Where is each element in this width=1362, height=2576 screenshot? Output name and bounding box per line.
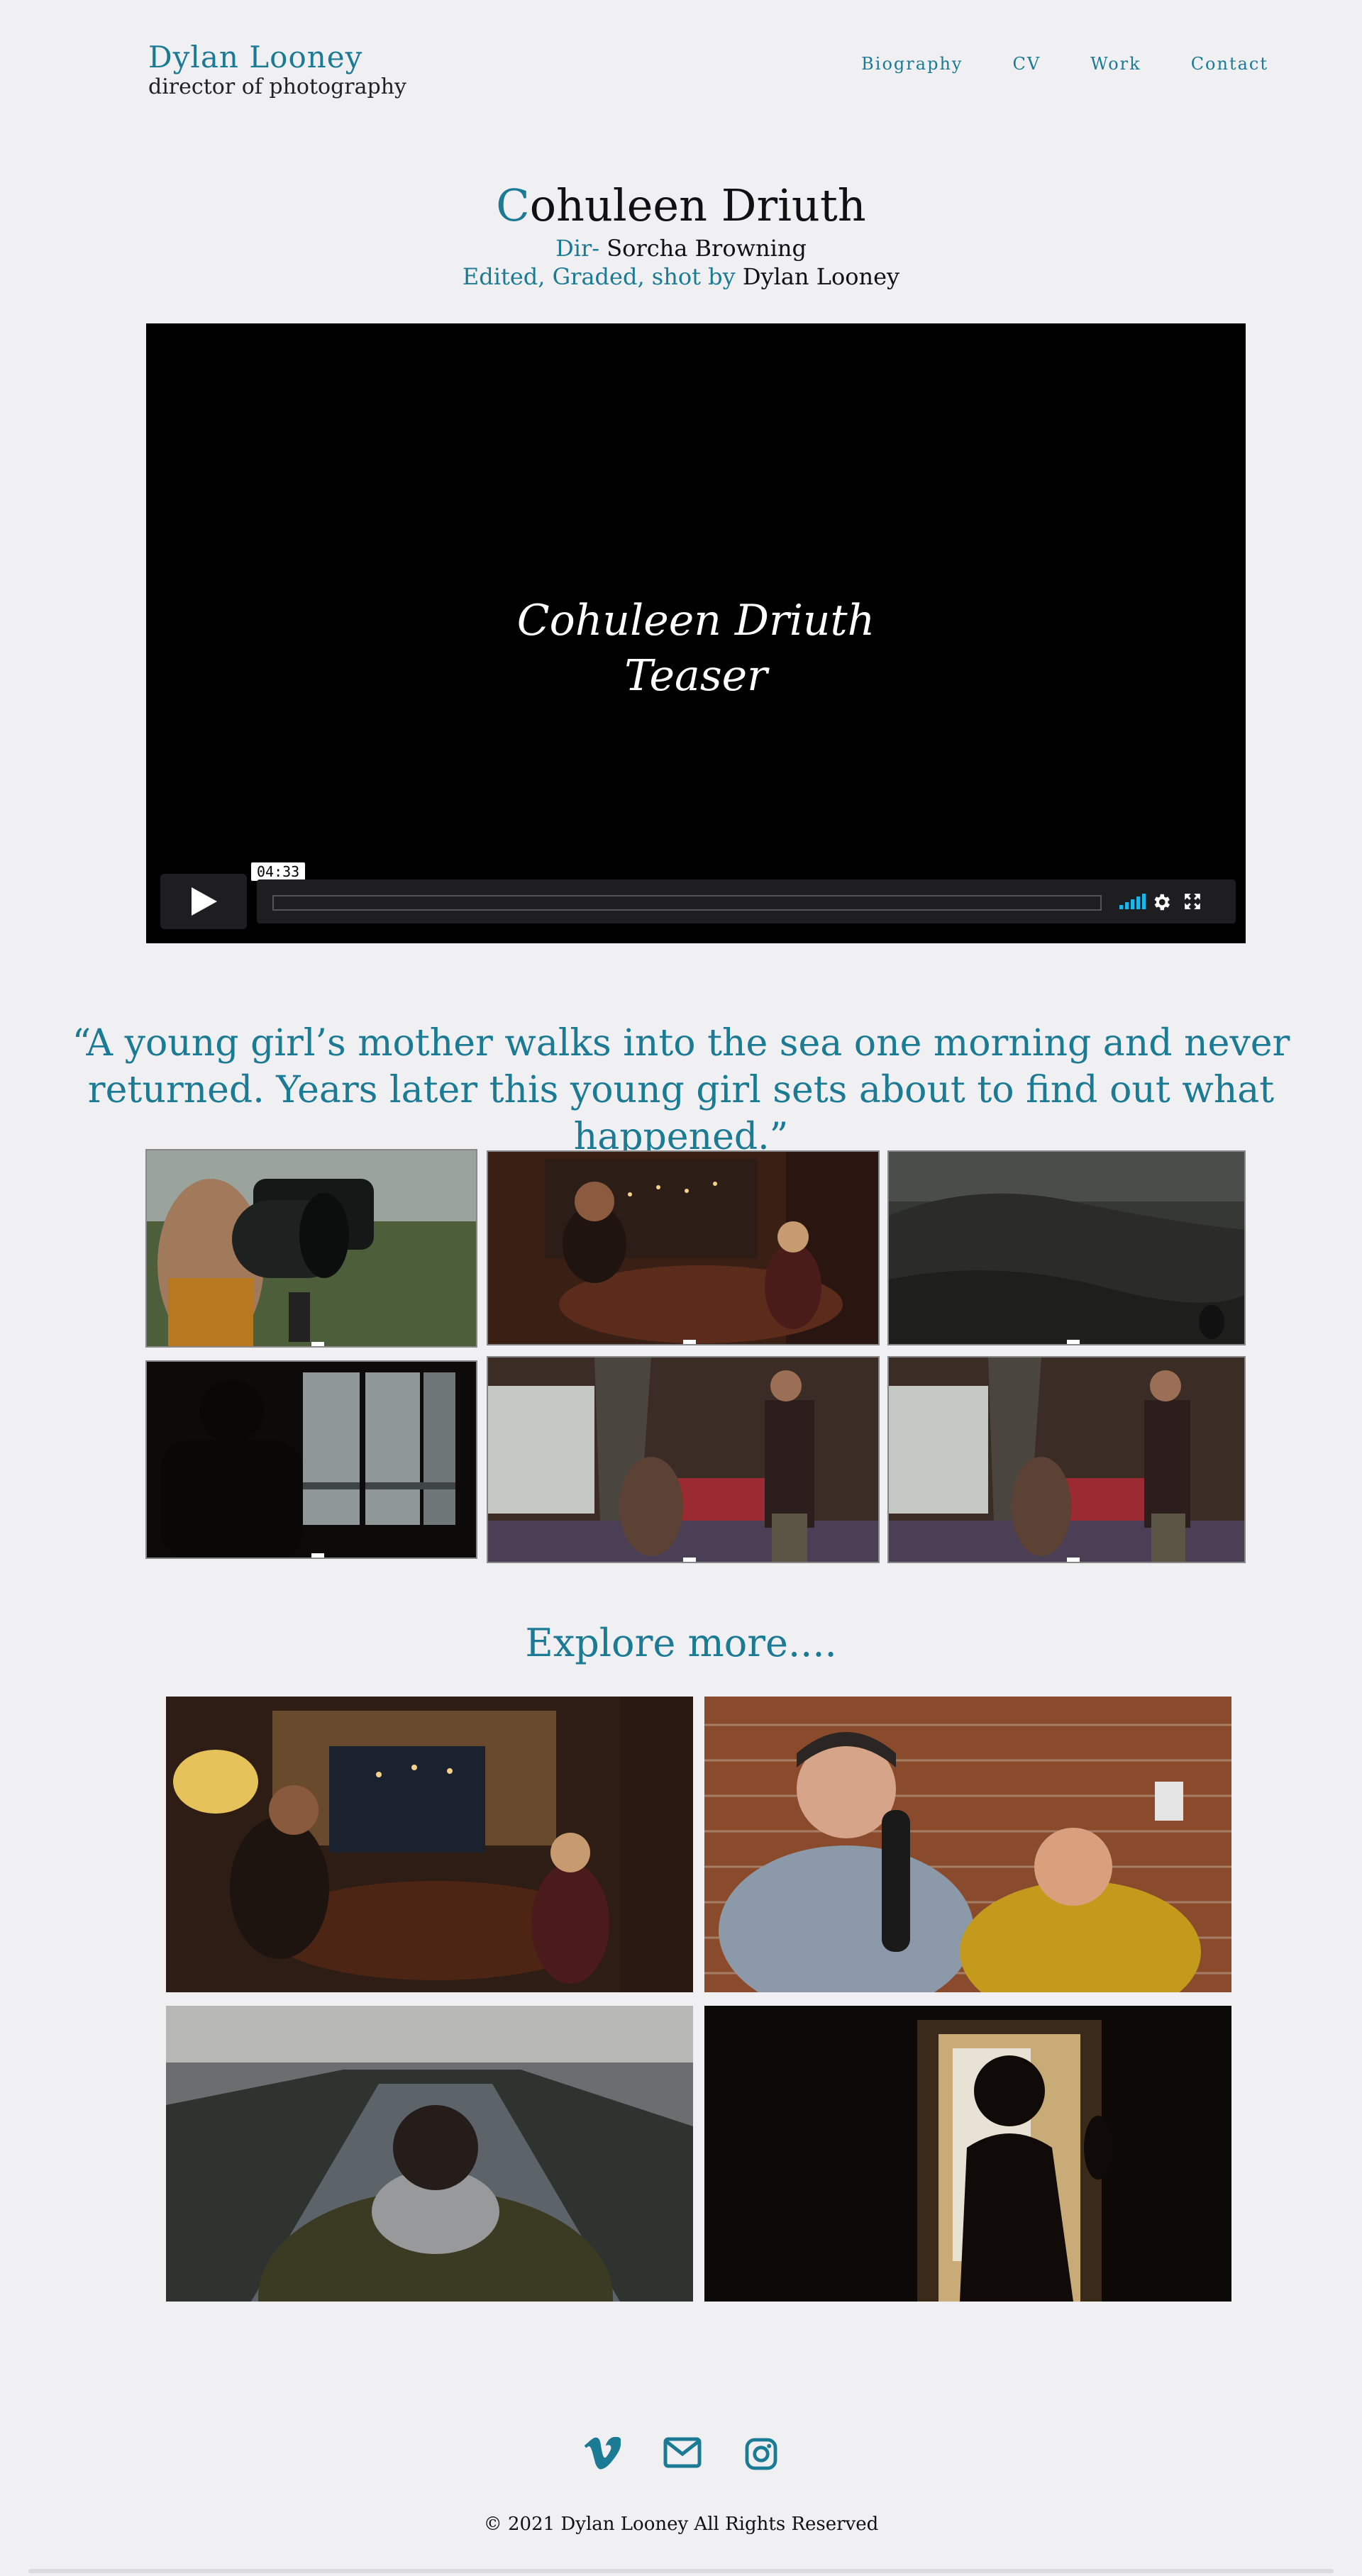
main-nav: Biography CV Work Contact [812, 54, 1268, 74]
still-tag [1066, 1558, 1080, 1562]
project-tile-boy-brick[interactable] [704, 1697, 1231, 1992]
title-initial: C [496, 179, 530, 231]
settings-gear-icon[interactable] [1151, 892, 1172, 913]
film-still-telescope[interactable] [145, 1149, 477, 1348]
director-label: Dir- [555, 235, 600, 262]
director-credit: Dir- Sorcha Browning [0, 234, 1362, 262]
copyright: © 2021 Dylan Looney All Rights Reserved [483, 2514, 879, 2535]
still-tag [1066, 1340, 1080, 1344]
vimeo-icon[interactable] [584, 2436, 622, 2474]
nav-cv[interactable]: CV [1012, 54, 1041, 74]
brand[interactable]: Dylan Looney director of photography [148, 40, 406, 99]
video-title-line-2: Teaser [624, 651, 768, 701]
crew-credit: Edited, Graded, shot by Dylan Looney [0, 262, 1362, 291]
title-rest: ohuleen Driuth [529, 179, 866, 231]
video-title-card: Cohuleen Driuth Teaser [146, 593, 1246, 704]
nav-biography[interactable]: Biography [861, 54, 963, 74]
site-subtitle: director of photography [148, 74, 406, 99]
instagram-icon[interactable] [744, 2437, 778, 2474]
play-button[interactable] [160, 874, 247, 929]
mail-icon[interactable] [663, 2437, 702, 2474]
film-still-rocks[interactable] [887, 1150, 1246, 1345]
play-icon [192, 887, 217, 916]
duration-badge: 04:33 [251, 862, 306, 881]
project-tile-dinner[interactable] [166, 1697, 693, 1992]
film-still-window-silhouette[interactable] [145, 1360, 477, 1559]
project-header: Cohuleen Driuth Dir- Sorcha Browning Edi… [0, 177, 1362, 291]
nav-contact[interactable]: Contact [1191, 54, 1268, 74]
progress-bar[interactable] [272, 895, 1102, 911]
project-title: Cohuleen Driuth [0, 177, 1362, 234]
explore-heading: Explore more.... [525, 1621, 837, 1665]
still-tag [683, 1558, 696, 1562]
nav-work[interactable]: Work [1090, 54, 1141, 74]
site-title[interactable]: Dylan Looney [148, 40, 406, 75]
volume-icon[interactable] [1119, 894, 1146, 909]
video-player[interactable]: Cohuleen Driuth Teaser 04:33 [146, 323, 1246, 943]
film-still-bedroom-a[interactable] [487, 1356, 880, 1563]
fullscreen-icon[interactable] [1183, 892, 1202, 911]
crew-name: Dylan Looney [742, 263, 900, 290]
video-title-line-1: Cohuleen Driuth [516, 596, 875, 645]
project-tile-doorway[interactable] [704, 2006, 1231, 2302]
logline-quote: “A young girl’s mother walks into the se… [0, 1020, 1362, 1160]
quote-line-2: returned. Years later this young girl se… [87, 1069, 1275, 1158]
crew-label: Edited, Graded, shot by [462, 263, 736, 290]
page-bottom-scrollbar [28, 2569, 1334, 2573]
film-still-bedroom-b[interactable] [887, 1356, 1246, 1563]
still-tag [311, 1553, 324, 1558]
quote-line-1: “A young girl’s mother walks into the se… [72, 1022, 1290, 1065]
project-tile-canal[interactable] [166, 2006, 693, 2302]
still-tag [311, 1342, 324, 1346]
control-bar [257, 879, 1236, 923]
social-links [0, 2436, 1362, 2474]
video-controls: 04:33 [160, 862, 1236, 929]
still-tag [683, 1340, 696, 1344]
director-name: Sorcha Browning [607, 235, 807, 262]
film-still-dinner[interactable] [487, 1150, 880, 1345]
